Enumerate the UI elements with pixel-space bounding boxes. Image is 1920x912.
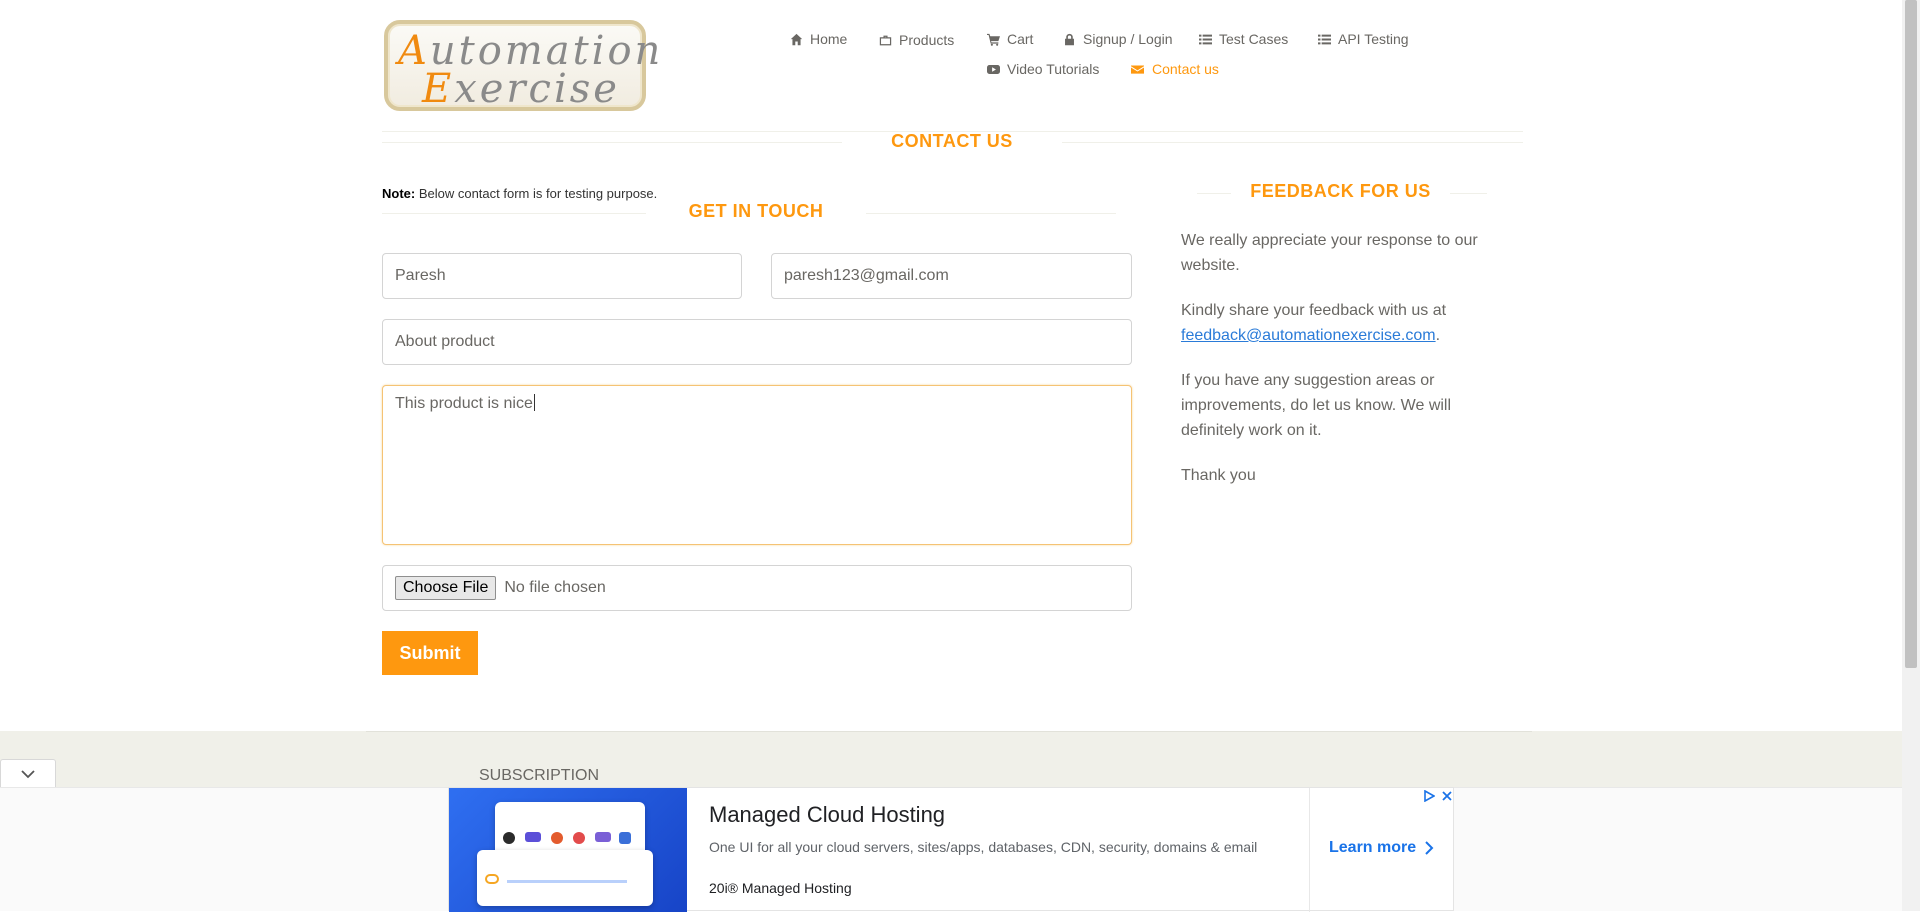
subject-input[interactable]: About product <box>382 319 1132 365</box>
ad-controls <box>1423 790 1453 802</box>
briefcase-icon <box>879 35 892 45</box>
text-cursor <box>533 394 535 411</box>
file-upload-field: Choose File No file chosen <box>382 565 1132 611</box>
cart-icon <box>987 33 1000 46</box>
feedback-paragraph-1: We really appreciate your response to ou… <box>1181 232 1478 274</box>
adchoices-icon[interactable] <box>1423 790 1435 802</box>
ad-banner[interactable]: Managed Cloud Hosting One UI for all you… <box>448 787 1454 912</box>
close-ad-icon[interactable] <box>1441 790 1453 802</box>
contact-us-title: Contact Us <box>891 131 1013 151</box>
message-textarea[interactable]: This product is nice <box>382 385 1132 545</box>
ad-mock-panel-bottom <box>477 850 653 906</box>
lock-icon <box>1065 33 1074 45</box>
nav-cart-label: Cart <box>1007 31 1034 47</box>
nav-video-tutorials[interactable]: Video Tutorials <box>987 61 1099 77</box>
nav-video-tutorials-label: Video Tutorials <box>1007 61 1100 77</box>
cloud-icon <box>485 874 499 884</box>
subscription-title: Subscription <box>479 767 600 784</box>
nav-api-testing[interactable]: API Testing <box>1318 31 1409 47</box>
feedback-share-text: Kindly share your feedback with us at <box>1181 302 1447 319</box>
site-logo[interactable]: Automation Exercise <box>384 20 660 112</box>
ad-title[interactable]: Managed Cloud Hosting <box>709 802 945 828</box>
ad-divider <box>1309 788 1310 912</box>
ad-mock-dot-2 <box>525 832 541 842</box>
footer-widget-area <box>0 731 1902 787</box>
feedback-title: Feedback For Us <box>1250 181 1431 201</box>
nav-home-label: Home <box>810 31 848 47</box>
feedback-email-link[interactable]: feedback@automationexercise.com <box>1181 327 1436 344</box>
ad-image <box>449 788 687 912</box>
nav-contact-us[interactable]: Contact us <box>1130 61 1219 77</box>
scrollbar-thumb[interactable] <box>1905 0 1917 668</box>
list-icon <box>1318 34 1331 44</box>
ad-learn-more[interactable]: Learn more <box>1329 839 1434 857</box>
note-text: Below contact form is for testing purpos… <box>415 186 658 201</box>
file-status: No file chosen <box>504 579 606 596</box>
nav-contact-us-label: Contact us <box>1152 61 1219 77</box>
feedback-thank-you: Thank you <box>1181 467 1256 484</box>
nav-home[interactable]: Home <box>790 31 847 47</box>
ad-mock-dot-5 <box>595 832 611 842</box>
footer-divider <box>366 731 1532 732</box>
touch-rule-right <box>866 213 1116 214</box>
feedback-rule-right <box>1450 193 1487 194</box>
feedback-paragraph-3: If you have any suggestion areas or impr… <box>1181 372 1452 439</box>
nav-test-cases-label: Test Cases <box>1219 31 1289 47</box>
note-label: Note: <box>382 186 416 201</box>
feedback-period: . <box>1435 327 1441 344</box>
ad-brand: 20i® Managed Hosting <box>709 880 852 896</box>
chevron-down-icon <box>21 769 35 778</box>
get-in-touch-title: Get In Touch <box>688 201 824 221</box>
list-icon <box>1199 34 1212 44</box>
title-rule-right <box>1062 142 1523 143</box>
email-input[interactable]: paresh123@gmail.com <box>771 253 1132 299</box>
ad-learn-more-label: Learn more <box>1329 839 1417 856</box>
envelope-icon <box>1131 64 1144 74</box>
feedback-rule-left <box>1197 193 1231 194</box>
touch-rule-left <box>382 213 646 214</box>
submit-button[interactable]: Submit <box>382 631 478 675</box>
feedback-paragraph-2: Kindly share your feedback with us at fe… <box>1181 298 1501 348</box>
name-input[interactable]: Paresh <box>382 253 742 299</box>
home-icon <box>790 33 803 45</box>
nav-products[interactable]: Products <box>879 32 954 48</box>
title-rule-left <box>382 142 842 143</box>
choose-file-button[interactable]: Choose File <box>395 576 497 600</box>
nav-products-label: Products <box>899 32 955 48</box>
ad-mock-dot-4 <box>573 832 585 844</box>
form-note: Note: Below contact form is for testing … <box>382 186 657 201</box>
ad-mock-dot-1 <box>503 832 515 844</box>
nav-cart[interactable]: Cart <box>987 31 1033 47</box>
nav-signup-login-label: Signup / Login <box>1083 31 1173 47</box>
ad-description: One UI for all your cloud servers, sites… <box>709 839 1258 855</box>
message-text: This product is nice <box>395 395 533 412</box>
ad-mock-dot-6 <box>619 832 631 844</box>
ad-collapse-toggle[interactable] <box>0 759 56 787</box>
nav-signup-login[interactable]: Signup / Login <box>1063 31 1173 47</box>
nav-api-testing-label: API Testing <box>1338 31 1409 47</box>
logo-line-2: Exercise <box>422 66 620 112</box>
chevron-right-icon <box>1425 841 1434 855</box>
ad-mock-dot-3 <box>551 832 563 844</box>
ad-mock-bar <box>507 880 627 883</box>
nav-test-cases[interactable]: Test Cases <box>1199 31 1288 47</box>
youtube-icon <box>987 64 1000 74</box>
